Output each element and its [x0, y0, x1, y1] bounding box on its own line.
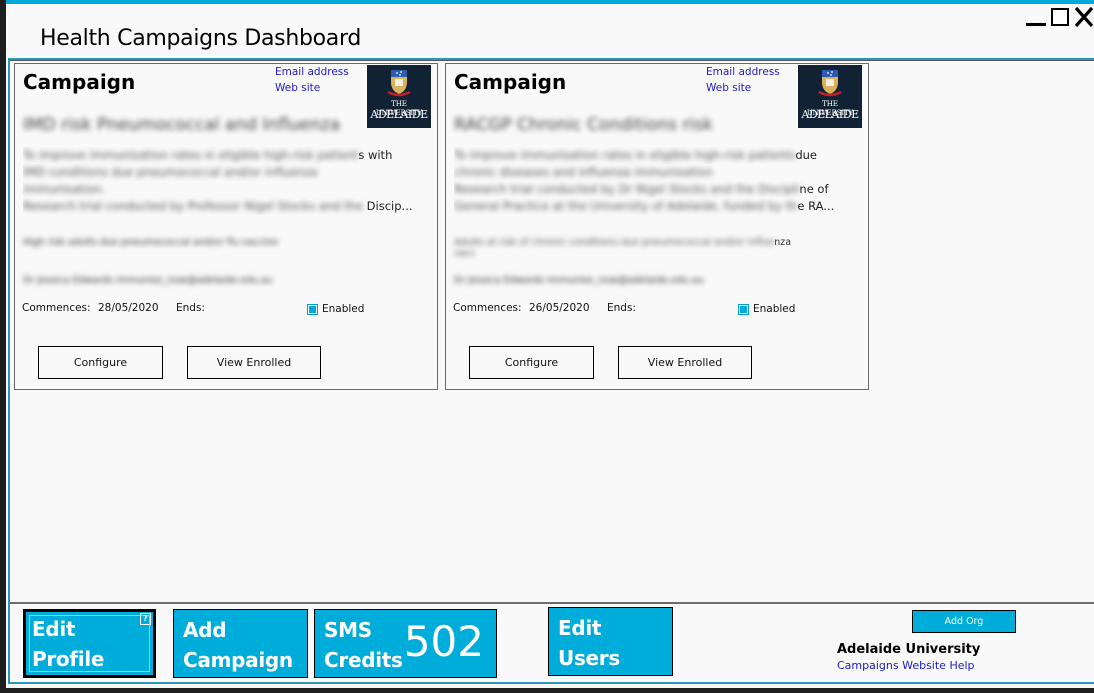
enabled-checkbox[interactable]: Enabled — [738, 303, 795, 315]
commences-label: Commences: — [22, 302, 91, 314]
campaign-card: Campaign Email address Web site THE UNIV… — [445, 63, 869, 390]
campaign-contact: Dr Jessica Edwards immunise_now@adelaide… — [454, 275, 704, 286]
checkbox-checked-icon[interactable] — [307, 303, 318, 315]
campaign-contact: Dr Jessica Edwards immunise_now@adelaide… — [23, 275, 273, 286]
web-site-link[interactable]: Web site — [275, 82, 320, 94]
crest-icon — [818, 70, 842, 97]
maximize-icon[interactable] — [1048, 6, 1070, 28]
help-icon[interactable]: ? — [140, 613, 151, 625]
campaign-card: Campaign Email address Web site THE UNIV… — [14, 63, 438, 390]
campaign-target-group: High risk adults due pneumococcal and/or… — [23, 237, 279, 248]
email-address-link[interactable]: Email address — [706, 66, 780, 78]
add-campaign-tile[interactable]: Add Campaign — [173, 609, 308, 678]
card-heading: Campaign — [23, 70, 136, 94]
app-title: Health Campaigns Dashboard — [40, 26, 361, 51]
campaign-description: To improve immunisation rates in eligibl… — [23, 148, 413, 213]
crest-icon — [387, 70, 411, 97]
window-controls — [1024, 6, 1094, 28]
footer-divider — [10, 602, 1094, 604]
commences-label: Commences: — [453, 302, 522, 314]
ends-label: Ends: — [176, 302, 205, 314]
campaign-target-group: Adults at risk of chronic conditions due… — [454, 237, 792, 259]
configure-button[interactable]: Configure — [469, 346, 594, 379]
university-logo: THE UNIVERSITY ADELAIDE — [798, 65, 862, 128]
edit-users-tile[interactable]: Edit Users — [548, 607, 673, 676]
university-logo: THE UNIVERSITY ADELAIDE — [367, 65, 431, 128]
campaign-title: RACGP Chronic Conditions risk — [454, 115, 713, 135]
web-site-link[interactable]: Web site — [706, 82, 751, 94]
view-enrolled-button[interactable]: View Enrolled — [618, 346, 752, 379]
sms-credits-tile[interactable]: SMS Credits 502 — [314, 609, 497, 678]
organisation-name: Adelaide University — [837, 642, 981, 657]
minimize-icon[interactable] — [1024, 6, 1046, 28]
window-accent-bar — [6, 0, 1094, 4]
commences-date: 26/05/2020 — [529, 302, 590, 314]
campaigns-website-help-link[interactable]: Campaigns Website Help — [837, 659, 975, 672]
campaign-title: IMD risk Pneumococcal and Influenza — [23, 115, 341, 135]
view-enrolled-button[interactable]: View Enrolled — [187, 346, 321, 379]
commences-date: 28/05/2020 — [98, 302, 159, 314]
campaign-description: To improve immunisation rates in eligibl… — [454, 148, 835, 213]
edit-profile-tile[interactable]: Edit Profile ? — [23, 609, 156, 678]
configure-button[interactable]: Configure — [38, 346, 163, 379]
add-org-button[interactable]: Add Org — [912, 610, 1016, 633]
card-heading: Campaign — [454, 70, 567, 94]
enabled-checkbox[interactable]: Enabled — [307, 303, 364, 315]
checkbox-checked-icon[interactable] — [738, 303, 749, 315]
ends-label: Ends: — [607, 302, 636, 314]
sms-credits-count: 502 — [403, 617, 484, 666]
email-address-link[interactable]: Email address — [275, 66, 349, 78]
close-icon[interactable] — [1072, 6, 1094, 28]
app-window: Health Campaigns Dashboard Campaign Emai… — [6, 0, 1094, 688]
